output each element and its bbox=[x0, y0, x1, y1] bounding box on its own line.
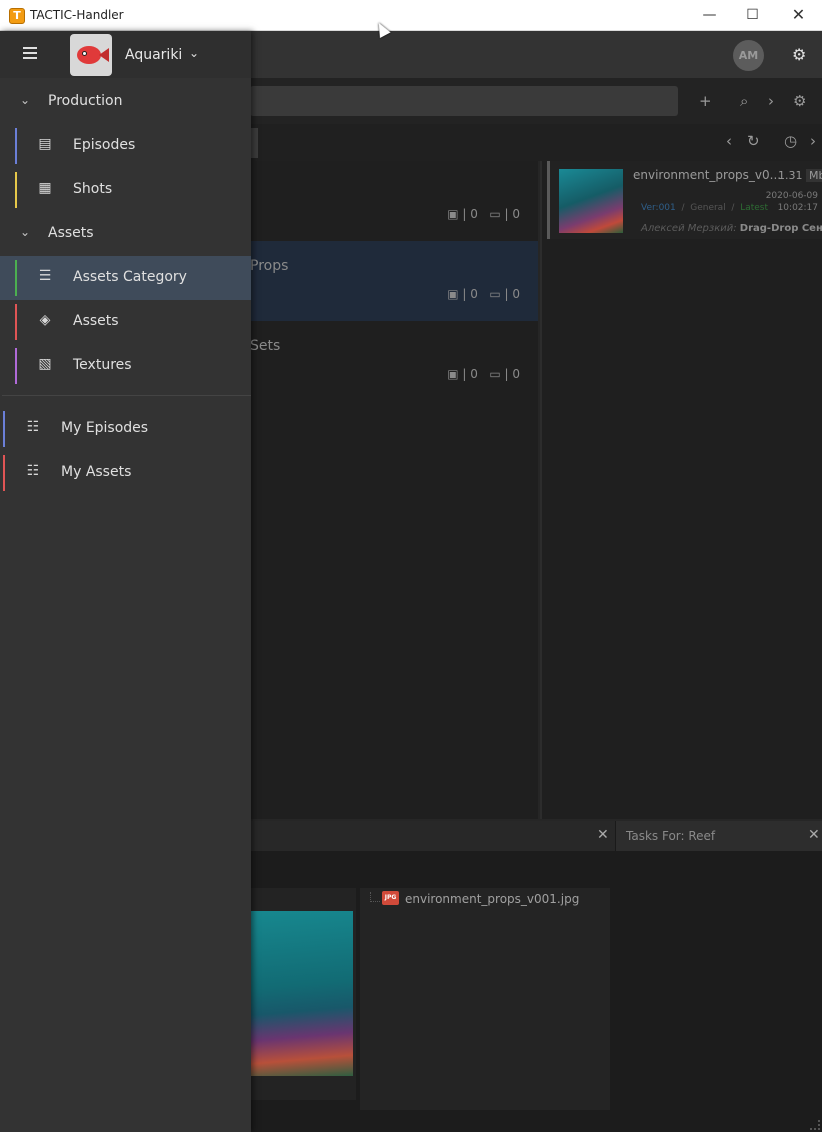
snapshot-tags: Ver:001 / General / Latest bbox=[641, 203, 769, 213]
snapshot-pane: environment_props_v0... 1.31 Mb 2020-06-… bbox=[540, 161, 822, 819]
window-title: TACTIC-Handler bbox=[30, 8, 124, 22]
app-icon: T bbox=[9, 8, 25, 24]
hamburger-menu-icon[interactable] bbox=[23, 47, 37, 59]
chevron-right-icon[interactable]: › bbox=[768, 92, 774, 110]
category-row-sets[interactable]: Sets ▣ | 0 ▭ | 0 bbox=[250, 321, 538, 401]
drawer-divider bbox=[2, 395, 251, 396]
color-bar bbox=[3, 411, 5, 447]
snapshot-file-size: 1.31 Mb bbox=[778, 169, 822, 182]
search-icon[interactable]: ⌕ bbox=[740, 92, 748, 110]
film-icon: ▦ bbox=[38, 180, 52, 196]
minimize-button[interactable]: — bbox=[687, 0, 732, 31]
tree-branch bbox=[370, 892, 380, 902]
window-titlebar: T TACTIC-Handler — ☐ ✕ bbox=[0, 0, 822, 31]
search-input[interactable] bbox=[250, 86, 678, 116]
category-name: Props bbox=[250, 258, 289, 274]
chevron-down-icon[interactable]: ⌄ bbox=[189, 46, 199, 60]
chevron-right-icon-2[interactable]: › bbox=[810, 132, 816, 150]
snapshot-thumbnail[interactable] bbox=[559, 169, 623, 233]
cube-icon: ◈ bbox=[39, 312, 51, 328]
section-label: Assets bbox=[48, 225, 94, 241]
nav-item-textures[interactable]: ▧ Textures bbox=[0, 344, 251, 388]
checklist-icon: ☷ bbox=[26, 463, 40, 479]
tab-tasks-for-reef[interactable]: Tasks For: Reef ✕ bbox=[615, 821, 822, 851]
grid-list-icon: ☰ bbox=[38, 268, 52, 284]
image-preview bbox=[250, 888, 356, 1100]
category-row-props[interactable]: Props ▣ | 0 ▭ | 0 bbox=[250, 241, 538, 321]
category-name: Sets bbox=[250, 338, 281, 354]
nav-item-episodes[interactable]: ▤ Episodes bbox=[0, 124, 251, 168]
resize-grip[interactable] bbox=[810, 1120, 820, 1130]
category-row[interactable]: ▣ | 0 ▭ | 0 bbox=[250, 161, 538, 241]
category-counts: ▣ | 0 ▭ | 0 bbox=[447, 367, 520, 381]
checklist-icon: ☷ bbox=[26, 419, 40, 435]
tab-current[interactable] bbox=[250, 128, 258, 158]
category-counts: ▣ | 0 ▭ | 0 bbox=[447, 287, 520, 301]
chevron-down-icon: ⌄ bbox=[20, 93, 31, 107]
section-production[interactable]: ⌄ Production bbox=[0, 80, 251, 124]
nav-item-my-episodes[interactable]: ☷ My Episodes bbox=[0, 407, 251, 451]
color-bar bbox=[15, 128, 17, 164]
color-bar bbox=[15, 304, 17, 340]
project-logo[interactable] bbox=[70, 34, 112, 76]
tasks-icon: ▣ bbox=[447, 367, 459, 381]
file-tree-item[interactable]: environment_props_v001.jpg bbox=[405, 892, 579, 906]
history-icon[interactable]: ◷ bbox=[784, 132, 797, 150]
fish-icon bbox=[77, 46, 101, 64]
category-list: ▣ | 0 ▭ | 0 Props ▣ | 0 ▭ | 0 Sets ▣ | 0… bbox=[250, 161, 538, 819]
snapshot-card[interactable]: environment_props_v0... 1.31 Mb 2020-06-… bbox=[547, 161, 822, 239]
navigation-drawer: Aquariki ⌄ ⌄ Production ▤ Episodes ▦ Sho… bbox=[0, 31, 251, 1132]
tasks-icon: ▣ bbox=[447, 207, 459, 221]
category-counts: ▣ | 0 ▭ | 0 bbox=[447, 207, 520, 221]
color-bar bbox=[15, 260, 17, 296]
file-tree: JPG environment_props_v001.jpg bbox=[360, 888, 610, 1110]
refresh-icon[interactable]: ↻ bbox=[747, 132, 760, 150]
image-stack-icon: ▧ bbox=[38, 356, 52, 372]
episodes-icon: ▤ bbox=[38, 136, 52, 152]
drawer-header: Aquariki ⌄ bbox=[0, 31, 251, 78]
notes-icon: ▭ bbox=[489, 367, 501, 381]
chevron-left-icon[interactable]: ‹ bbox=[726, 132, 732, 150]
color-bar bbox=[3, 455, 5, 491]
nav-item-my-assets[interactable]: ☷ My Assets bbox=[0, 451, 251, 495]
notes-icon: ▭ bbox=[489, 207, 501, 221]
section-label: Production bbox=[48, 93, 123, 109]
section-assets[interactable]: ⌄ Assets bbox=[0, 212, 251, 256]
maximize-button[interactable]: ☐ bbox=[730, 0, 775, 31]
preview-image bbox=[250, 911, 353, 1076]
tasks-icon: ▣ bbox=[447, 287, 459, 301]
toolbar-gear-icon[interactable]: ⚙ bbox=[793, 92, 806, 110]
close-tab-icon[interactable]: ✕ bbox=[597, 827, 609, 843]
chevron-down-icon: ⌄ bbox=[20, 225, 31, 239]
close-tasks-tab-icon[interactable]: ✕ bbox=[808, 827, 820, 843]
color-bar bbox=[15, 348, 17, 384]
settings-gear-icon[interactable]: ⚙ bbox=[792, 45, 806, 64]
nav-item-shots[interactable]: ▦ Shots bbox=[0, 168, 251, 212]
close-window-button[interactable]: ✕ bbox=[776, 0, 821, 31]
color-bar bbox=[15, 172, 17, 208]
nav-item-assets-category[interactable]: ☰ Assets Category bbox=[0, 256, 251, 300]
user-avatar[interactable]: AM bbox=[733, 40, 764, 71]
snapshot-file-name: environment_props_v0... bbox=[633, 168, 782, 182]
project-name[interactable]: Aquariki bbox=[125, 47, 182, 63]
snapshot-timestamp: 2020-06-09 10:02:17 bbox=[765, 191, 818, 213]
snapshot-author: Алексей Мерзкий: Drag-Drop Сен... bbox=[641, 223, 822, 234]
jpg-file-icon: JPG bbox=[382, 891, 399, 905]
notes-icon: ▭ bbox=[489, 287, 501, 301]
add-icon[interactable]: + bbox=[699, 92, 712, 110]
nav-item-assets[interactable]: ◈ Assets bbox=[0, 300, 251, 344]
